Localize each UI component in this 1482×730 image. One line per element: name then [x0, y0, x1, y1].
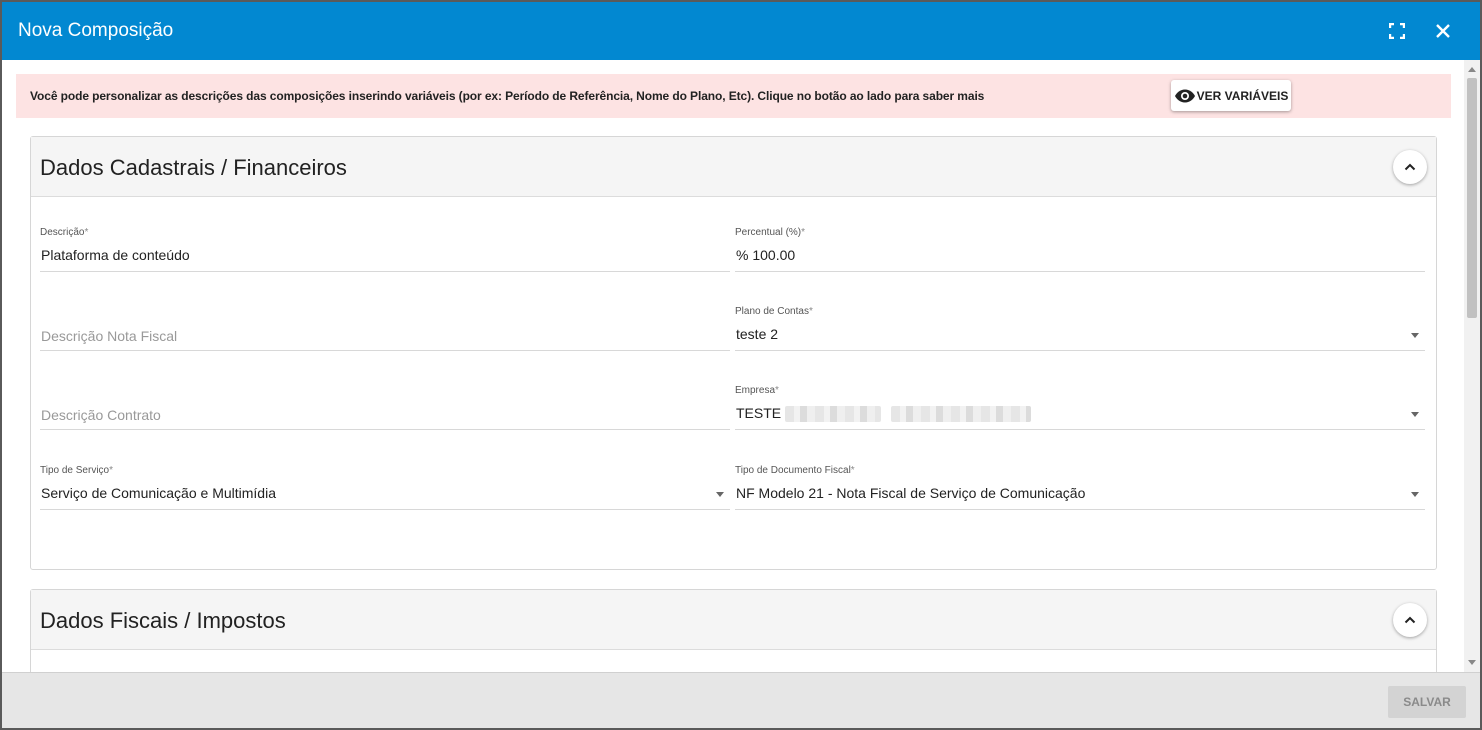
tipo-servico-value: Serviço de Comunicação e Multimídia [41, 485, 276, 501]
view-variables-label: VER VARIÁVEIS [1196, 88, 1289, 103]
section-fiscais-impostos: Dados Fiscais / Impostos [30, 589, 1437, 672]
tipo-documento-fiscal-select[interactable]: Tipo de Documento Fiscal* NF Modelo 21 -… [735, 459, 1425, 510]
dialog-content: Você pode personalizar as descrições das… [2, 60, 1464, 672]
tipo-documento-label: Tipo de Documento Fiscal [735, 465, 851, 476]
chevron-up-icon [1404, 163, 1416, 171]
plano-contas-label: Plano de Contas [735, 306, 809, 317]
descricao-field[interactable]: Descrição* Plataforma de conteúdo [40, 221, 730, 272]
descricao-nota-fiscal-placeholder: Descrição Nota Fiscal [41, 328, 178, 344]
chevron-up-icon [1404, 616, 1416, 624]
dialog-title: Nova Composição [18, 20, 174, 41]
plano-contas-value: teste 2 [736, 326, 779, 342]
section-header: Dados Cadastrais / Financeiros [31, 137, 1436, 197]
notice-text: Você pode personalizar as descrições das… [30, 89, 985, 103]
dropdown-arrow-icon [716, 492, 724, 497]
collapse-section-button[interactable] [1393, 603, 1427, 637]
variables-notice: Você pode personalizar as descrições das… [16, 74, 1451, 118]
scroll-down-arrow-icon[interactable] [1468, 660, 1476, 665]
redacted-text [890, 406, 1031, 423]
section-cadastrais-financeiros: Dados Cadastrais / Financeiros Descrição… [30, 136, 1437, 570]
maximize-button[interactable] [1384, 18, 1410, 44]
percentual-label: Percentual (%) [735, 227, 802, 238]
section-title: Dados Fiscais / Impostos [40, 608, 286, 633]
dropdown-arrow-icon [1411, 492, 1419, 497]
eye-icon [1174, 89, 1195, 102]
plano-contas-select[interactable]: Plano de Contas* teste 2 [735, 300, 1425, 351]
close-icon [1436, 24, 1450, 38]
descricao-contrato-placeholder: Descrição Contrato [41, 407, 161, 423]
empresa-select[interactable]: Empresa* TESTE [735, 379, 1425, 430]
descricao-label: Descrição [40, 227, 85, 238]
close-button[interactable] [1430, 18, 1456, 44]
dialog-titlebar: Nova Composição [2, 2, 1480, 60]
tipo-servico-label: Tipo de Serviço [40, 465, 110, 476]
tipo-servico-select[interactable]: Tipo de Serviço* Serviço de Comunicação … [40, 459, 730, 510]
vertical-scrollbar[interactable] [1464, 60, 1480, 672]
section-header: Dados Fiscais / Impostos [31, 590, 1436, 650]
redacted-text [785, 406, 882, 423]
collapse-section-button[interactable] [1393, 150, 1427, 184]
section-title: Dados Cadastrais / Financeiros [40, 155, 347, 180]
descricao-contrato-field[interactable]: Descrição Contrato [40, 379, 730, 430]
scrollbar-thumb[interactable] [1467, 78, 1477, 318]
scroll-up-arrow-icon[interactable] [1468, 67, 1476, 72]
dropdown-arrow-icon [1411, 333, 1419, 338]
descricao-nota-fiscal-field[interactable]: Descrição Nota Fiscal [40, 300, 730, 351]
fullscreen-icon [1389, 23, 1405, 39]
empresa-label: Empresa [735, 385, 776, 396]
dialog: Nova Composição Você pode personalizar a… [2, 2, 1480, 728]
percentual-value: % 100.00 [736, 247, 796, 263]
descricao-value: Plataforma de conteúdo [41, 247, 190, 263]
view-variables-button[interactable]: VER VARIÁVEIS [1171, 80, 1291, 111]
percentual-field[interactable]: Percentual (%)* % 100.00 [735, 221, 1425, 272]
empresa-value: TESTE [736, 405, 782, 421]
save-button[interactable]: SALVAR [1388, 686, 1466, 718]
dropdown-arrow-icon [1411, 412, 1419, 417]
tipo-documento-value: NF Modelo 21 - Nota Fiscal de Serviço de… [736, 485, 1086, 501]
dialog-footer: SALVAR [2, 672, 1480, 728]
